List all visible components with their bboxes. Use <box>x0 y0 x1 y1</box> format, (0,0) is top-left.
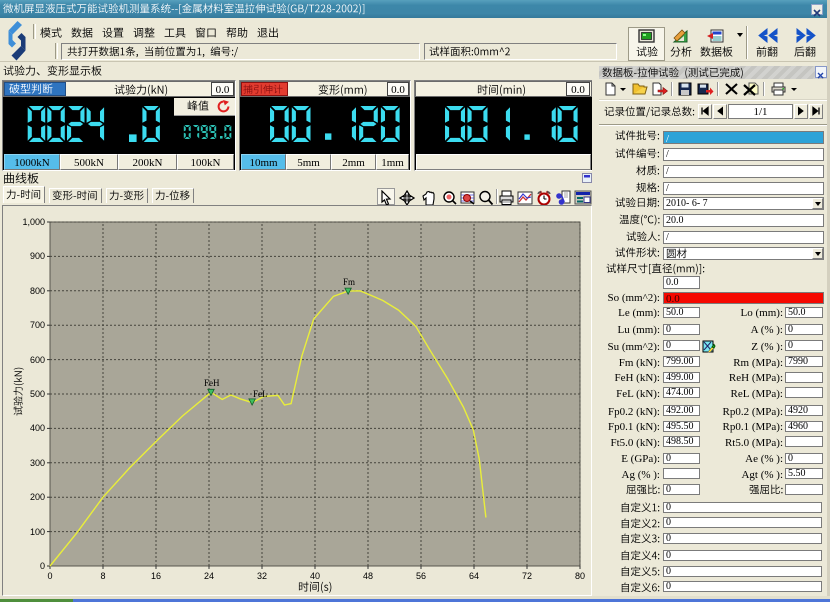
svg-text:0: 0 <box>47 571 52 581</box>
svg-text:500: 500 <box>30 389 45 399</box>
svg-text:300: 300 <box>30 458 45 468</box>
svg-text:24: 24 <box>204 571 214 581</box>
svg-text:200: 200 <box>30 492 45 502</box>
svg-text:FeL: FeL <box>253 389 268 399</box>
svg-text:64: 64 <box>469 571 479 581</box>
svg-text:72: 72 <box>522 571 532 581</box>
svg-text:8: 8 <box>100 571 105 581</box>
svg-text:56: 56 <box>416 571 426 581</box>
svg-text:700: 700 <box>30 320 45 330</box>
svg-text:600: 600 <box>30 355 45 365</box>
svg-text:Fm: Fm <box>343 277 355 287</box>
svg-text:800: 800 <box>30 286 45 296</box>
svg-text:100: 100 <box>30 527 45 537</box>
svg-text:1,000: 1,000 <box>22 217 45 227</box>
svg-text:400: 400 <box>30 423 45 433</box>
svg-text:900: 900 <box>30 251 45 261</box>
svg-text:0: 0 <box>40 561 45 571</box>
svg-text:FeH: FeH <box>204 378 220 388</box>
svg-text:40: 40 <box>310 571 320 581</box>
svg-text:48: 48 <box>363 571 373 581</box>
svg-text:32: 32 <box>257 571 267 581</box>
svg-text:80: 80 <box>575 571 585 581</box>
svg-text:16: 16 <box>151 571 161 581</box>
